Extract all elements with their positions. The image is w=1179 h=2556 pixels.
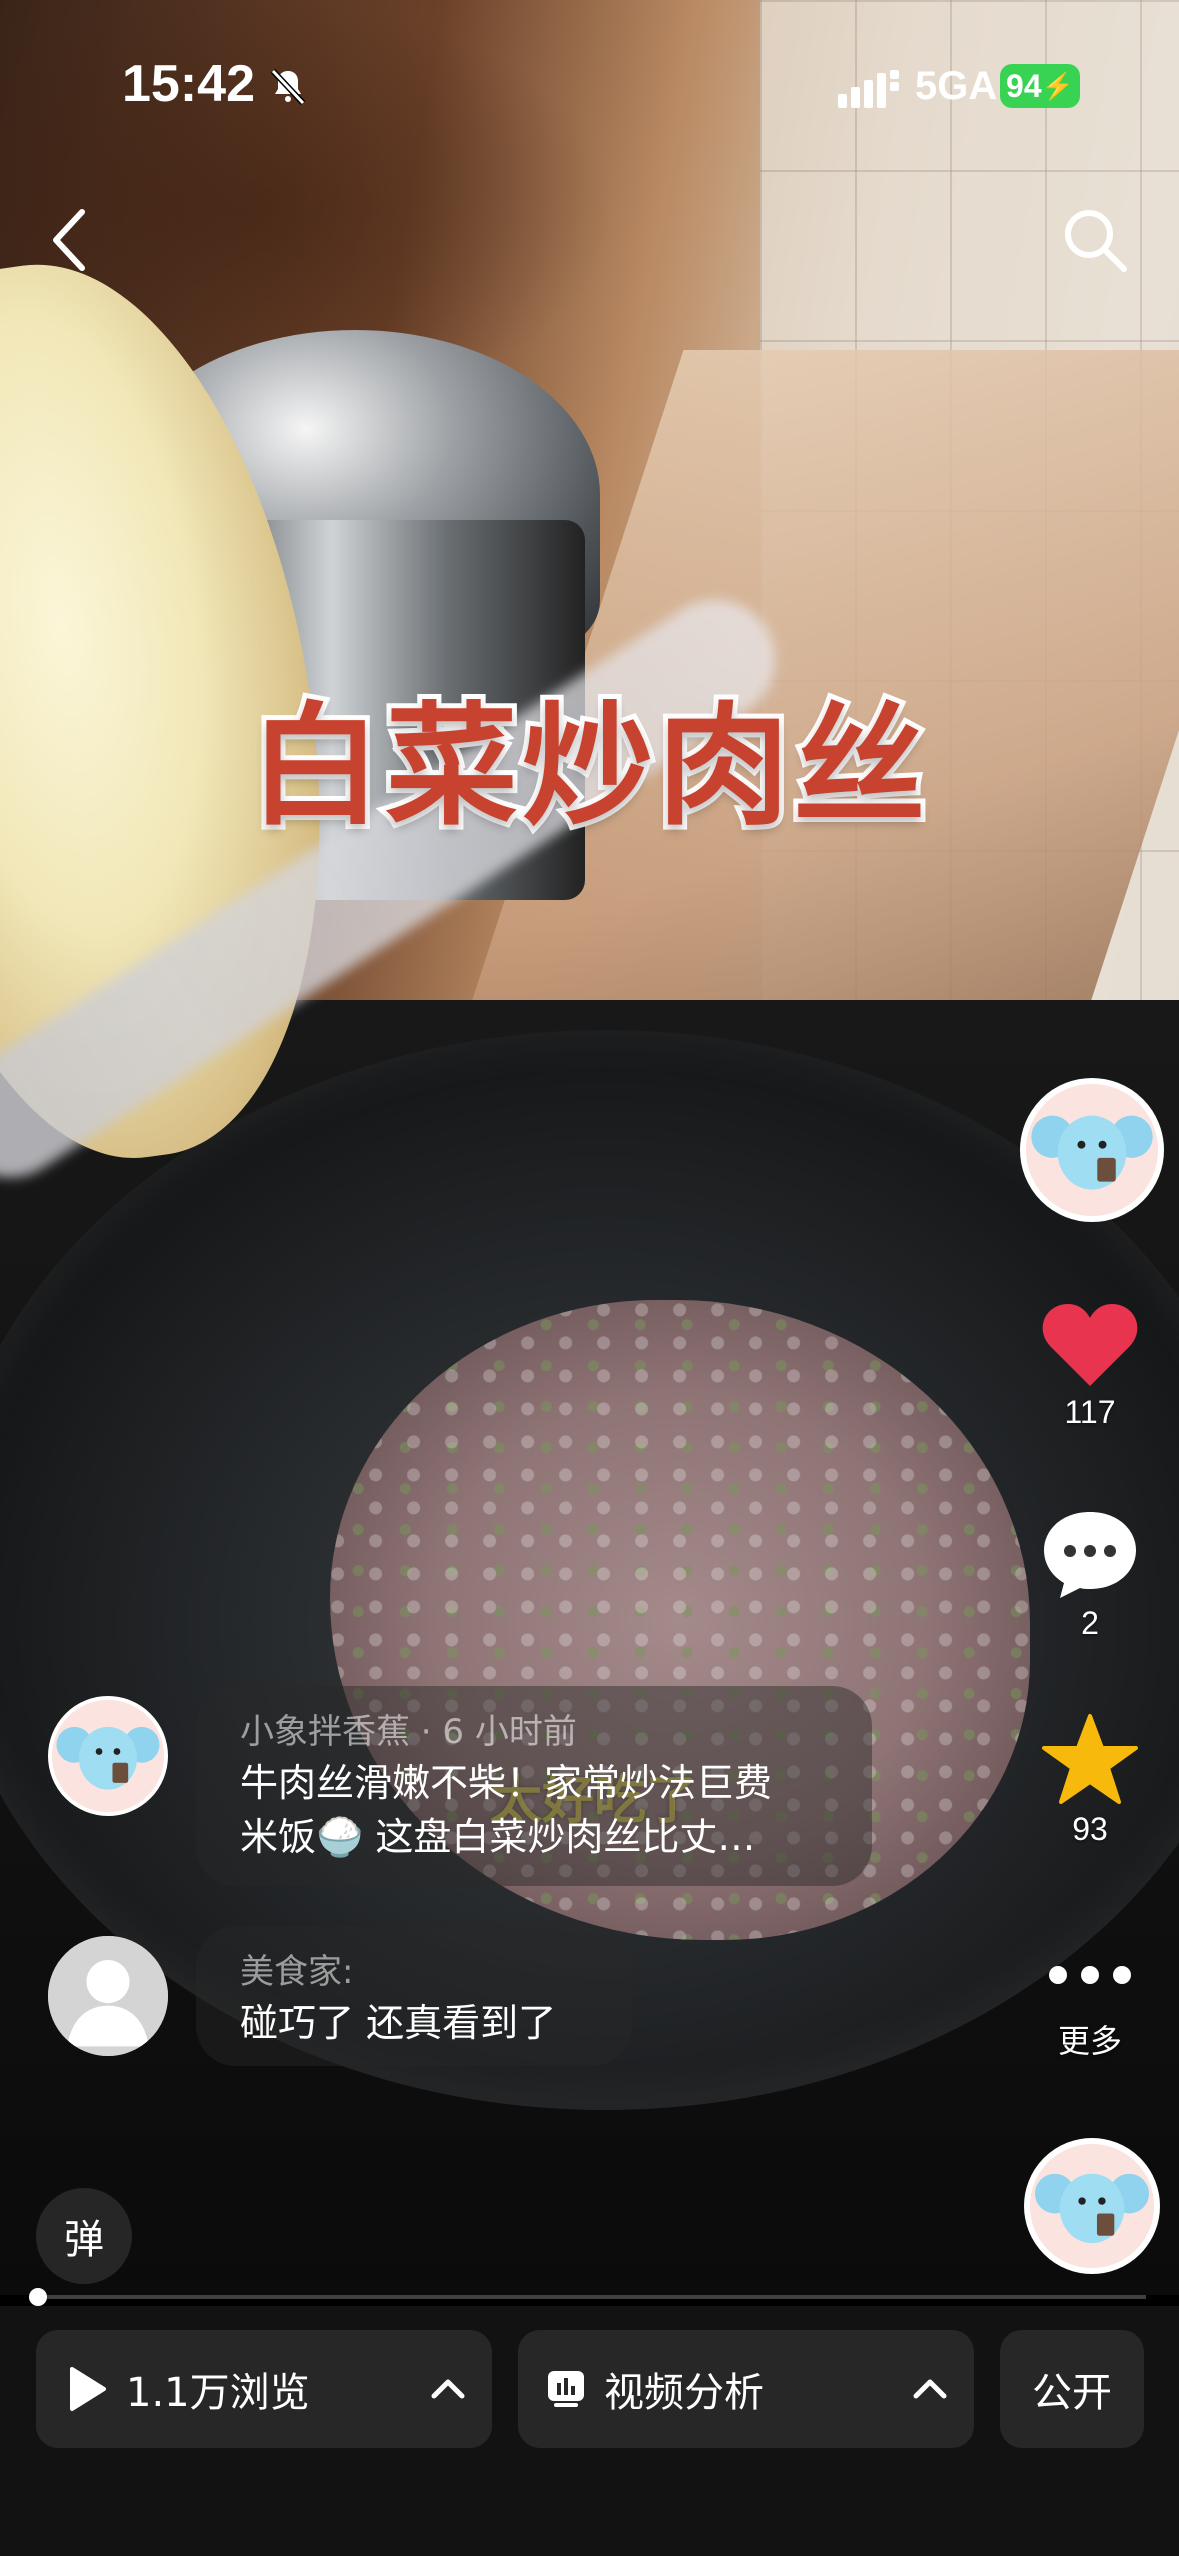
analytics-icon [548, 2371, 584, 2407]
battery-indicator: 94 ⚡ [1000, 64, 1080, 108]
views-button[interactable]: 1.1万浏览 [36, 2330, 492, 2448]
progress-knob[interactable] [29, 2288, 48, 2306]
comment-item[interactable]: 美食家: 碰巧了 还真看到了 [196, 1926, 632, 2066]
bell-off-icon [270, 68, 306, 106]
comment-action[interactable]: 2 [1020, 1506, 1160, 1642]
elephant-avatar-icon [1030, 2144, 1154, 2268]
like-count: 117 [1064, 1394, 1116, 1430]
elephant-avatar-icon [52, 1700, 164, 1812]
heart-icon [1042, 1304, 1138, 1386]
comment-text: 米饭🍚 这盘白菜炒肉丝比丈… [240, 1815, 756, 1859]
favorite-count: 93 [1072, 1811, 1108, 1847]
elephant-avatar-icon [1026, 1084, 1158, 1216]
comment-text: 牛肉丝滑嫩不柴！家常炒法巨费 [240, 1761, 773, 1805]
back-button[interactable] [40, 200, 100, 280]
danmu-toggle-button[interactable]: 弹 [36, 2188, 132, 2284]
comment-user: 美食家: [240, 1952, 354, 1992]
visibility-label: 公开 [1032, 2370, 1112, 2416]
video-progress-bar[interactable] [29, 2288, 1146, 2306]
like-action[interactable]: 117 [1020, 1300, 1160, 1431]
author-avatar[interactable] [1020, 1078, 1164, 1222]
bottom-bar: 1.1万浏览 视频分析 公开 [0, 2306, 1179, 2556]
chevron-up-icon [431, 2379, 465, 2399]
visibility-button[interactable]: 公开 [1000, 2330, 1144, 2448]
play-icon [70, 2367, 106, 2411]
signal-icon [838, 70, 899, 108]
comment-bubble-icon [1044, 1512, 1136, 1598]
search-button[interactable] [1060, 205, 1130, 275]
commenter-avatar[interactable] [48, 1936, 168, 2056]
default-user-icon [48, 1936, 168, 2056]
video-title: 白菜炒肉丝 [245, 684, 931, 849]
chevron-up-icon [913, 2379, 947, 2399]
charging-bolt-icon: ⚡ [1041, 70, 1074, 101]
commenter-avatar[interactable] [48, 1696, 168, 1816]
more-label: 更多 [1057, 2023, 1122, 2059]
views-label: 1.1万浏览 [126, 2370, 310, 2416]
battery-level: 94 [1006, 67, 1042, 104]
star-icon [1042, 1714, 1138, 1804]
video-analysis-label: 视频分析 [604, 2370, 764, 2416]
status-bar: 15:42 5GA 94 ⚡ [0, 0, 1179, 170]
comment-text: 碰巧了 还真看到了 [240, 2001, 557, 2045]
more-action[interactable]: 更多 [1020, 1950, 1160, 2062]
favorite-action[interactable]: 93 [1020, 1712, 1160, 1848]
more-dots-icon [1049, 1966, 1131, 1984]
comment-item[interactable]: 小象拌香蕉 · 6 小时前 牛肉丝滑嫩不柴！家常炒法巨费 米饭🍚 这盘白菜炒肉丝… [196, 1686, 872, 1886]
comment-count: 2 [1081, 1605, 1099, 1641]
network-type: 5GA [915, 64, 998, 108]
music-disc-avatar[interactable] [1024, 2138, 1160, 2274]
comment-user: 小象拌香蕉 · 6 小时前 [240, 1712, 577, 1752]
clock: 15:42 [122, 55, 255, 113]
video-analysis-button[interactable]: 视频分析 [518, 2330, 974, 2448]
